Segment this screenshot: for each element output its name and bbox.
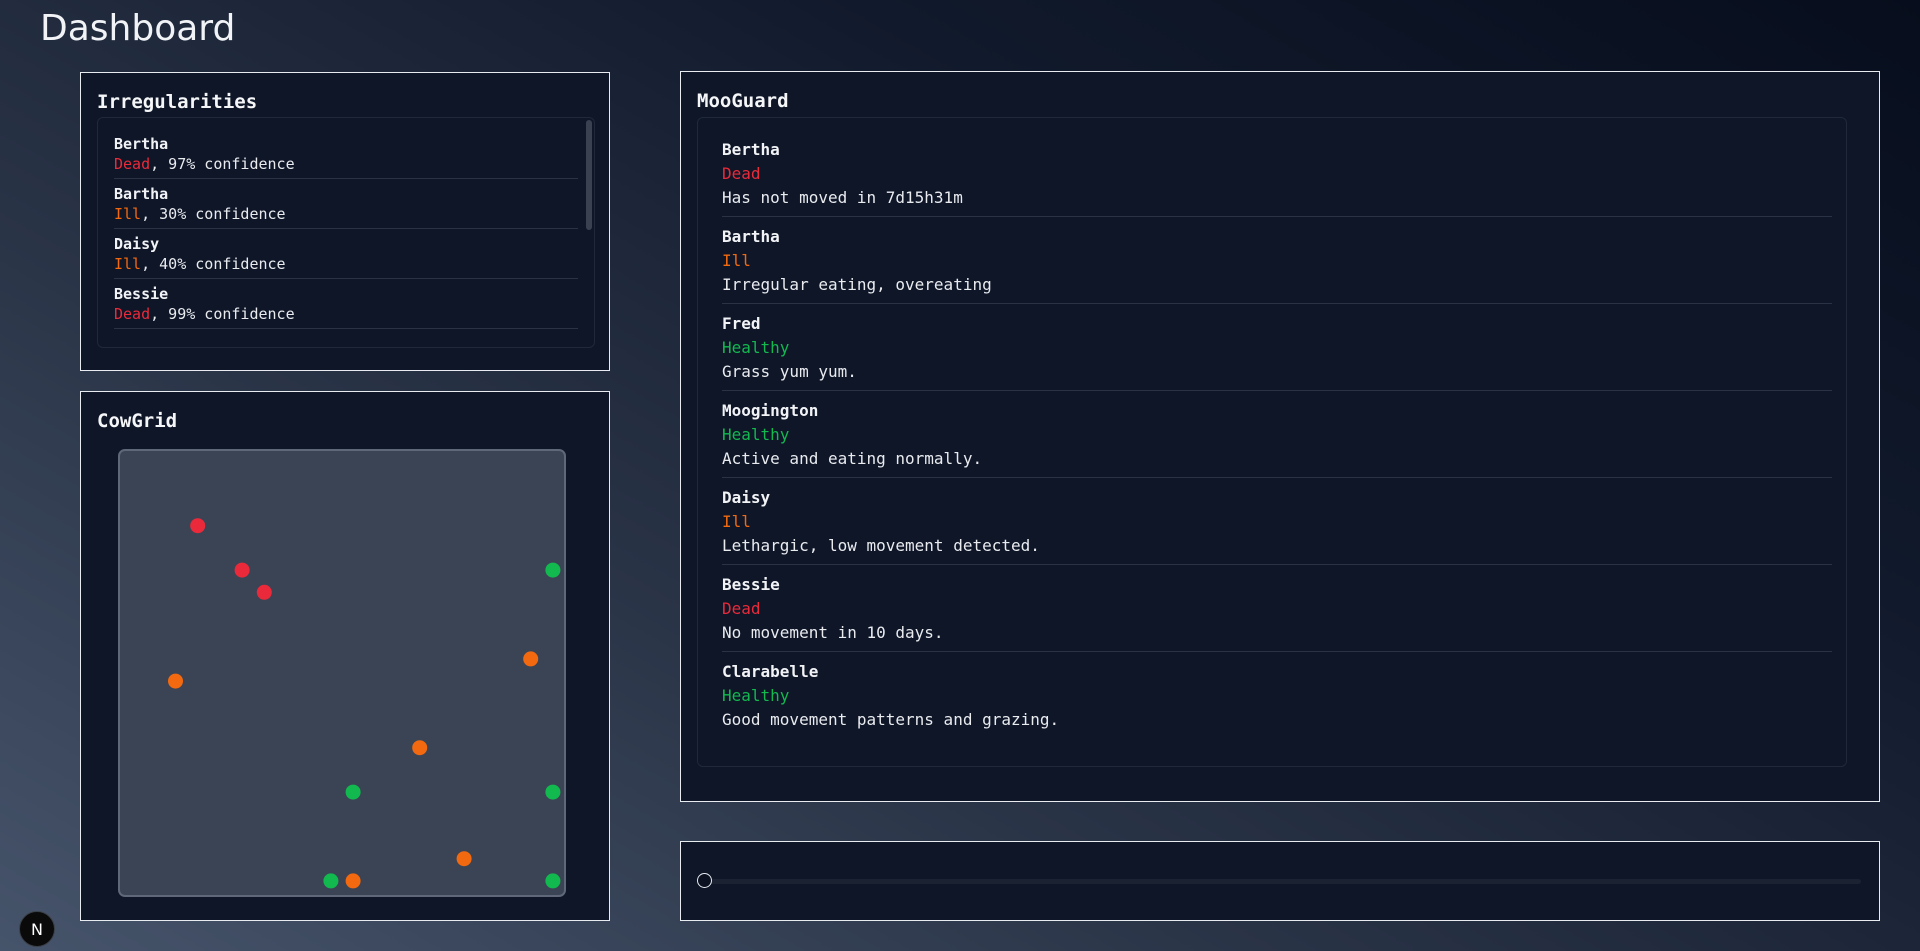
mooguard-panel: MooGuard Bertha Dead Has not moved in 7d15… — [680, 71, 1880, 802]
irregularities-title: Irregularities — [97, 91, 258, 113]
status-label: Healthy — [722, 425, 790, 444]
cow-description: Irregular eating, overeating — [722, 275, 992, 294]
confidence-text: , 97% confidence — [150, 155, 295, 173]
cow-name: Bartha — [722, 227, 780, 246]
cowgrid-panel: CowGrid — [80, 391, 610, 921]
status-label: Ill — [722, 512, 751, 531]
cow-description: No movement in 10 days. — [722, 623, 944, 642]
status-label: Dead — [722, 599, 761, 618]
irregularity-item[interactable]: Daisy Ill, 40% confidence — [114, 234, 578, 279]
cow-name: Daisy — [114, 235, 160, 253]
cow-name: Bertha — [114, 135, 169, 153]
timeline-slider-track[interactable] — [701, 879, 1861, 884]
confidence-text: , 99% confidence — [150, 305, 295, 323]
cow-marker[interactable] — [545, 784, 561, 800]
cow-name: Moogington — [722, 401, 819, 420]
cow-marker[interactable] — [523, 651, 539, 667]
status-label: Dead — [114, 155, 151, 173]
irregularity-detail: Ill, 40% confidence — [114, 254, 578, 275]
confidence-text: , 40% confidence — [141, 255, 286, 273]
cow-marker[interactable] — [456, 851, 472, 867]
irregularity-detail: Dead, 99% confidence — [114, 304, 578, 325]
cow-name: Bessie — [722, 575, 780, 594]
mooguard-item: Bartha Ill Irregular eating, overeating — [722, 221, 1832, 304]
irregularity-item[interactable]: Bertha Dead, 97% confidence — [114, 134, 578, 179]
mooguard-title: MooGuard — [697, 90, 789, 112]
cow-description: Grass yum yum. — [722, 362, 857, 381]
irregularities-list[interactable]: Bertha Dead, 97% confidence Bartha Ill, 30%… — [97, 117, 595, 348]
cow-marker[interactable] — [545, 873, 561, 889]
status-label: Healthy — [722, 686, 790, 705]
cow-description: Good movement patterns and grazing. — [722, 710, 1060, 729]
cow-marker[interactable] — [234, 562, 250, 578]
irregularities-scrollbar[interactable] — [586, 120, 592, 230]
status-label: Healthy — [722, 338, 790, 357]
irregularity-item[interactable]: Bessie Dead, 99% confidence — [114, 284, 578, 329]
status-label: Ill — [722, 251, 751, 270]
cow-description: Lethargic, low movement detected. — [722, 536, 1040, 555]
status-label: Dead — [114, 305, 151, 323]
irregularity-detail: Ill, 30% confidence — [114, 204, 578, 225]
mooguard-item: Fred Healthy Grass yum yum. — [722, 308, 1832, 391]
nextjs-badge-icon[interactable]: N — [19, 911, 55, 947]
irregularity-item[interactable]: Bartha Ill, 30% confidence — [114, 184, 578, 229]
cow-marker[interactable] — [190, 518, 206, 534]
cow-marker[interactable] — [168, 673, 183, 689]
mooguard-item: Bertha Dead Has not moved in 7d15h31m — [722, 134, 1832, 217]
cow-grid-canvas — [168, 518, 561, 889]
mooguard-item: Bessie Dead No movement in 10 days. — [722, 569, 1832, 652]
cow-description: Has not moved in 7d15h31m — [722, 188, 963, 207]
cow-name: Daisy — [722, 488, 771, 507]
cow-marker[interactable] — [323, 873, 339, 889]
mooguard-item: Moogington Healthy Active and eating norma… — [722, 395, 1832, 478]
status-label: Dead — [722, 164, 761, 183]
cow-marker[interactable] — [412, 740, 428, 756]
mooguard-item: Daisy Ill Lethargic, low movement detected… — [722, 482, 1832, 565]
mooguard-item: Clarabelle Healthy Good movement patterns … — [722, 656, 1832, 738]
cowgrid-title: CowGrid — [97, 410, 178, 432]
cow-name: Fred — [722, 314, 761, 333]
page-title: Dashboard — [40, 8, 236, 49]
status-label: Ill — [114, 205, 142, 223]
cow-marker[interactable] — [256, 584, 272, 600]
irregularities-panel: Irregularities Bertha Dead, 97% confidenc… — [80, 72, 610, 371]
cow-name: Bartha — [114, 185, 169, 203]
irregularity-detail: Dead, 97% confidence — [114, 154, 578, 175]
cow-name: Clarabelle — [722, 662, 819, 681]
cow-marker[interactable] — [345, 784, 361, 800]
cow-description: Active and eating normally. — [722, 449, 983, 468]
cow-grid — [118, 449, 566, 897]
timeline-panel — [680, 841, 1880, 921]
cow-marker[interactable] — [545, 562, 561, 578]
status-label: Ill — [114, 255, 142, 273]
cow-name: Bessie — [114, 285, 169, 303]
confidence-text: , 30% confidence — [141, 205, 286, 223]
timeline-slider-thumb[interactable] — [697, 873, 712, 888]
mooguard-list: Bertha Dead Has not moved in 7d15h31m Barth… — [697, 117, 1847, 767]
cow-marker[interactable] — [345, 873, 361, 889]
cow-name: Bertha — [722, 140, 780, 159]
